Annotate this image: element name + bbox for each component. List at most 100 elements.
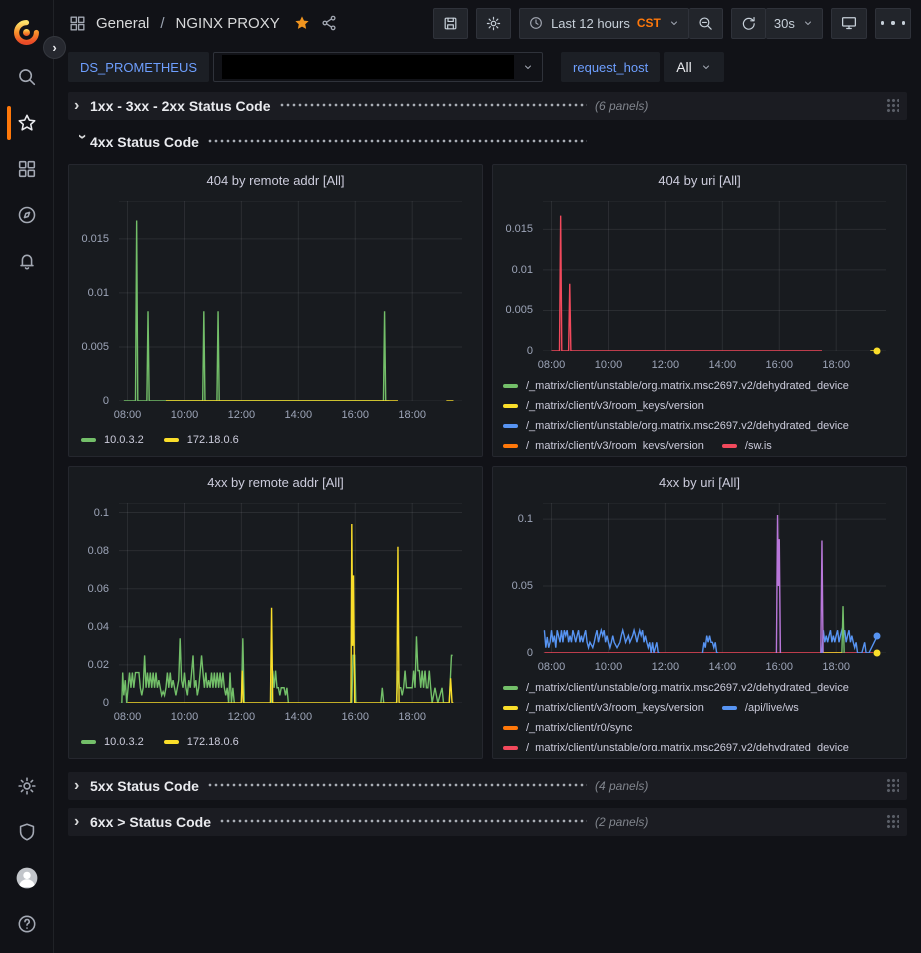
time-series-plot: 0.10.080.060.040.020 08:0010:0012:0014:0… <box>79 495 472 725</box>
series-color-swatch <box>503 686 518 690</box>
chart-region[interactable] <box>119 201 462 401</box>
datasource-select[interactable] <box>213 52 543 82</box>
refresh-button[interactable] <box>731 8 766 39</box>
refresh-interval-picker[interactable]: 30s <box>766 8 823 39</box>
legend-item[interactable]: 172.18.0.6 <box>164 430 239 449</box>
y-axis: 0.10.050 <box>503 503 537 653</box>
series-color-swatch <box>503 424 518 428</box>
x-tick-label: 14:00 <box>285 711 313 723</box>
sidebar-item-profile[interactable] <box>0 855 54 901</box>
row-title: 4xx Status Code <box>90 134 199 150</box>
sidebar-item-help[interactable] <box>0 901 54 947</box>
sidebar-item-explore[interactable] <box>0 192 54 238</box>
x-tick-label: 10:00 <box>171 711 199 723</box>
time-range-label: Last 12 hours <box>551 16 630 31</box>
sidebar-item-server-admin[interactable] <box>0 809 54 855</box>
row-drag-handle[interactable] <box>886 814 899 830</box>
legend-item[interactable]: /_matrix/client/unstable/org.matrix.msc2… <box>503 380 849 392</box>
sidebar-item-configuration[interactable] <box>0 763 54 809</box>
panel-title[interactable]: 404 by remote addr [All] <box>79 170 472 193</box>
y-tick-label: 0.04 <box>88 621 109 633</box>
x-tick-label: 18:00 <box>822 359 850 371</box>
chart-svg[interactable] <box>543 503 886 653</box>
favorite-star-icon[interactable] <box>293 14 311 32</box>
panel-title[interactable]: 404 by uri [All] <box>503 170 896 193</box>
chevron-down-icon <box>668 17 680 29</box>
sidebar-item-dashboards[interactable] <box>0 146 54 192</box>
legend-label: 10.0.3.2 <box>104 736 144 748</box>
legend-item[interactable]: 172.18.0.6 <box>164 732 239 751</box>
x-tick-label: 12:00 <box>228 409 256 421</box>
row-title: 5xx Status Code <box>90 778 199 794</box>
row-drag-handle[interactable] <box>886 98 899 114</box>
y-tick-label: 0 <box>527 647 533 659</box>
legend-item[interactable]: /_matrix/client/unstable/org.matrix.msc2… <box>503 682 849 694</box>
chart-svg[interactable] <box>543 201 886 351</box>
x-axis: 08:0010:0012:0014:0016:0018:00 <box>119 407 462 423</box>
sidebar-item-search[interactable] <box>0 54 54 100</box>
chart-region[interactable] <box>543 201 886 351</box>
panel-title[interactable]: 4xx by uri [All] <box>503 472 896 495</box>
sidebar-item-starred[interactable] <box>0 100 54 146</box>
chart-svg[interactable] <box>119 201 462 401</box>
y-axis: 0.0150.010.0050 <box>79 201 113 401</box>
x-tick-label: 14:00 <box>709 661 737 673</box>
breadcrumb-section[interactable]: General <box>96 15 149 32</box>
row-drag-handle[interactable] <box>886 778 899 794</box>
request-host-select[interactable]: All <box>664 52 724 82</box>
dashboard-row-4xx[interactable]: › 4xx Status Code <box>68 128 907 156</box>
dashboard-row-1xx-3xx-2xx[interactable]: › 1xx - 3xx - 2xx Status Code (6 panels) <box>68 92 907 120</box>
legend-item[interactable]: /_matrix/client/unstable/org.matrix.msc2… <box>503 420 849 432</box>
series-end-dot <box>873 348 880 355</box>
request-host-value: All <box>676 59 692 75</box>
legend-label: /_matrix/client/v3/room_keys/version <box>526 440 704 449</box>
chevron-right-icon: › <box>74 814 90 830</box>
legend-item[interactable]: /_matrix/client/v3/room_keys/version <box>503 702 704 714</box>
x-tick-label: 16:00 <box>341 711 369 723</box>
legend-item[interactable]: /_matrix/client/v3/room_keys/version <box>503 440 704 449</box>
series-color-swatch <box>722 444 737 448</box>
panel-title[interactable]: 4xx by remote addr [All] <box>79 472 472 495</box>
time-series-plot: 0.0150.010.0050 08:0010:0012:0014:0016:0… <box>503 193 896 373</box>
time-series-plot: 0.0150.010.0050 08:0010:0012:0014:0016:0… <box>79 193 472 423</box>
share-icon[interactable] <box>320 14 338 32</box>
legend-item[interactable]: /api/live/ws <box>722 702 799 714</box>
legend-label: /_matrix/client/unstable/org.matrix.msc2… <box>526 742 849 751</box>
dashboard-settings-button[interactable] <box>476 8 511 39</box>
sidebar: › <box>0 0 54 953</box>
legend-item[interactable]: /_matrix/client/v3/room_keys/version <box>503 400 704 412</box>
page-title[interactable]: NGINX PROXY <box>176 15 280 32</box>
x-tick-label: 18:00 <box>398 711 426 723</box>
chevron-right-icon: › <box>74 98 90 114</box>
kebab-menu-button[interactable] <box>875 8 911 39</box>
y-axis: 0.10.080.060.040.020 <box>79 503 113 703</box>
dashboard-row-6xx[interactable]: › 6xx > Status Code (2 panels) <box>68 808 907 836</box>
panel-legend: /_matrix/client/unstable/org.matrix.msc2… <box>503 373 896 449</box>
series-color-swatch <box>164 438 179 442</box>
time-range-picker[interactable]: Last 12 hours CST <box>519 8 689 39</box>
chart-region[interactable] <box>119 503 462 703</box>
sidebar-expand-button[interactable]: › <box>43 36 66 59</box>
x-tick-label: 14:00 <box>709 359 737 371</box>
legend-item[interactable]: /_matrix/client/r0/sync <box>503 722 632 734</box>
zoom-out-button[interactable] <box>689 8 723 39</box>
cycle-view-mode-button[interactable] <box>831 8 867 39</box>
y-tick-label: 0.005 <box>81 341 109 353</box>
x-tick-label: 18:00 <box>398 409 426 421</box>
sidebar-item-alerting[interactable] <box>0 238 54 284</box>
x-tick-label: 08:00 <box>538 661 566 673</box>
chart-region[interactable] <box>543 503 886 653</box>
legend-item[interactable]: /sw.js <box>722 440 772 449</box>
legend-item[interactable]: 10.0.3.2 <box>81 430 144 449</box>
x-tick-label: 12:00 <box>652 661 680 673</box>
dashboard-row-5xx[interactable]: › 5xx Status Code (4 panels) <box>68 772 907 800</box>
redacted-value <box>222 55 514 79</box>
legend-item[interactable]: 10.0.3.2 <box>81 732 144 751</box>
chart-svg[interactable] <box>119 503 462 703</box>
x-tick-label: 14:00 <box>285 409 313 421</box>
series-color-swatch <box>503 726 518 730</box>
series-end-dot <box>874 650 881 657</box>
row-title: 6xx > Status Code <box>90 814 211 830</box>
legend-item[interactable]: /_matrix/client/unstable/org.matrix.msc2… <box>503 742 849 751</box>
save-dashboard-button[interactable] <box>433 8 468 39</box>
